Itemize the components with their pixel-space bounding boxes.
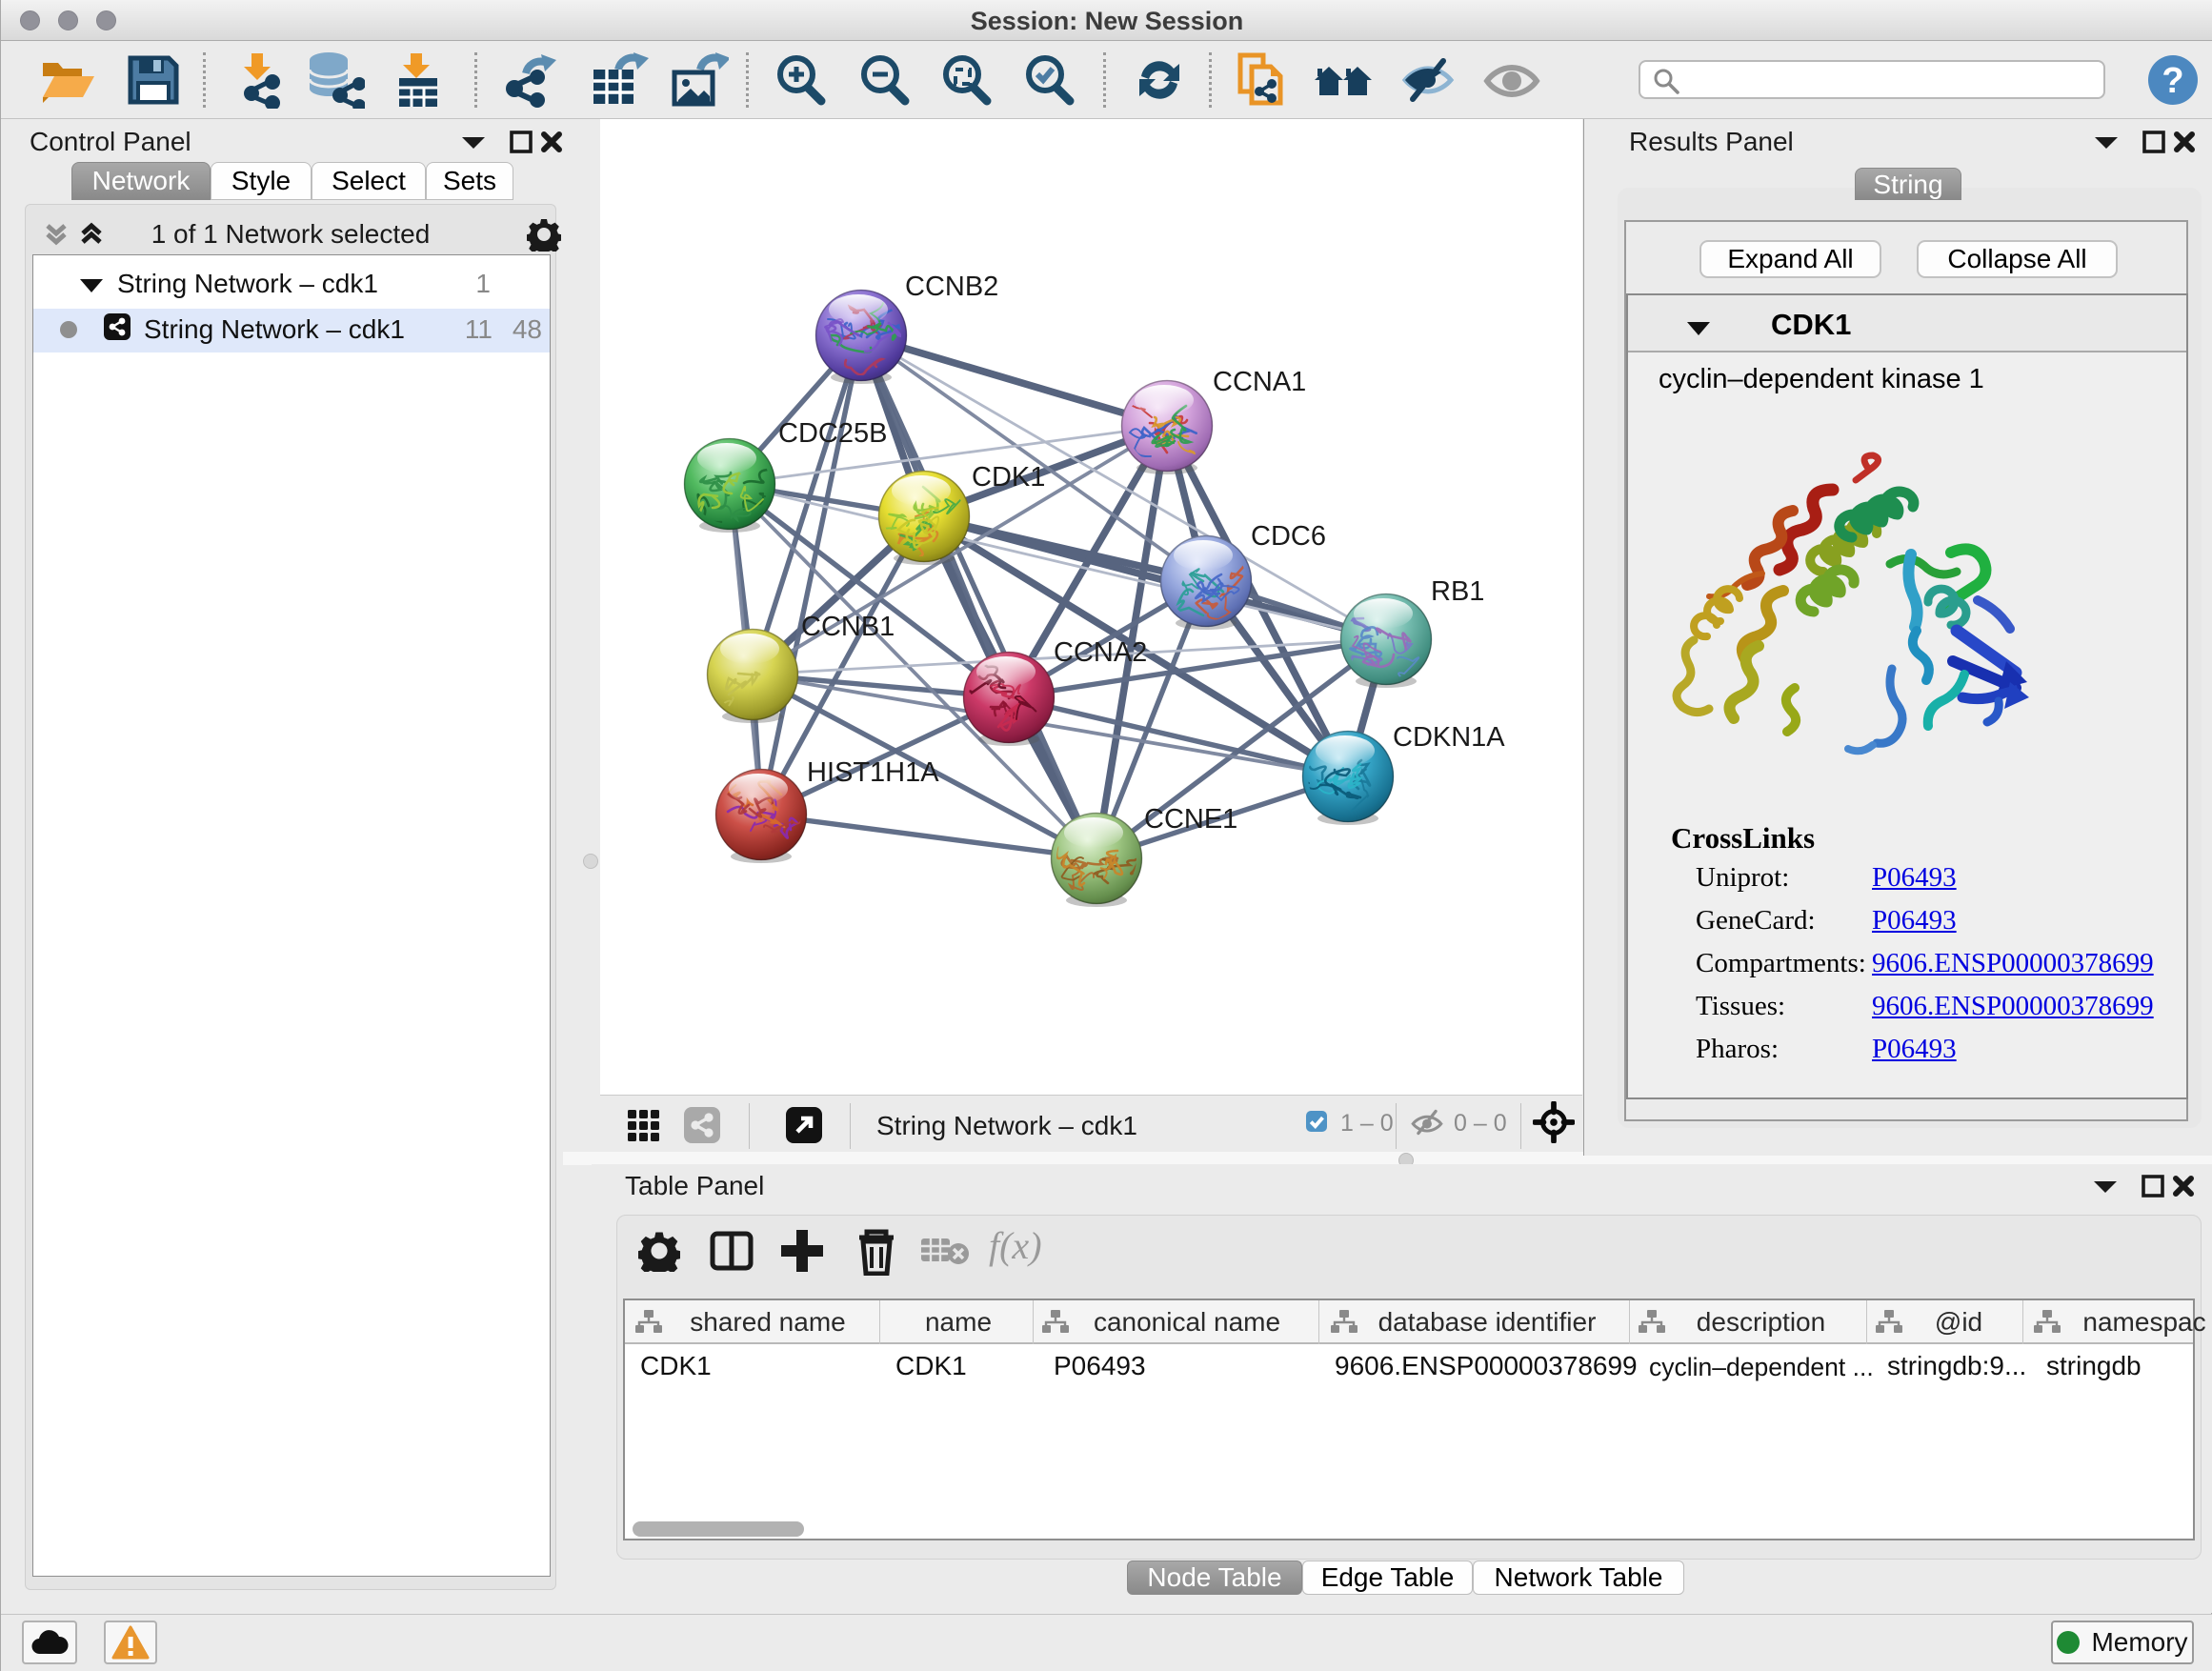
svg-text:CDC6: CDC6	[1251, 521, 1326, 552]
svg-text:CCNA2: CCNA2	[1054, 637, 1147, 668]
svg-text:CCNA1: CCNA1	[1213, 367, 1306, 397]
svg-text:RB1: RB1	[1431, 576, 1484, 607]
svg-text:CDK1: CDK1	[972, 462, 1045, 493]
svg-text:CCNB1: CCNB1	[801, 612, 895, 642]
svg-text:CDC25B: CDC25B	[778, 418, 887, 449]
svg-text:HIST1H1A: HIST1H1A	[807, 757, 939, 788]
svg-text:CCNE1: CCNE1	[1144, 804, 1237, 835]
svg-text:CDKN1A: CDKN1A	[1393, 722, 1505, 753]
svg-text:?: ?	[2162, 61, 2183, 101]
svg-text:CCNB2: CCNB2	[905, 272, 998, 302]
